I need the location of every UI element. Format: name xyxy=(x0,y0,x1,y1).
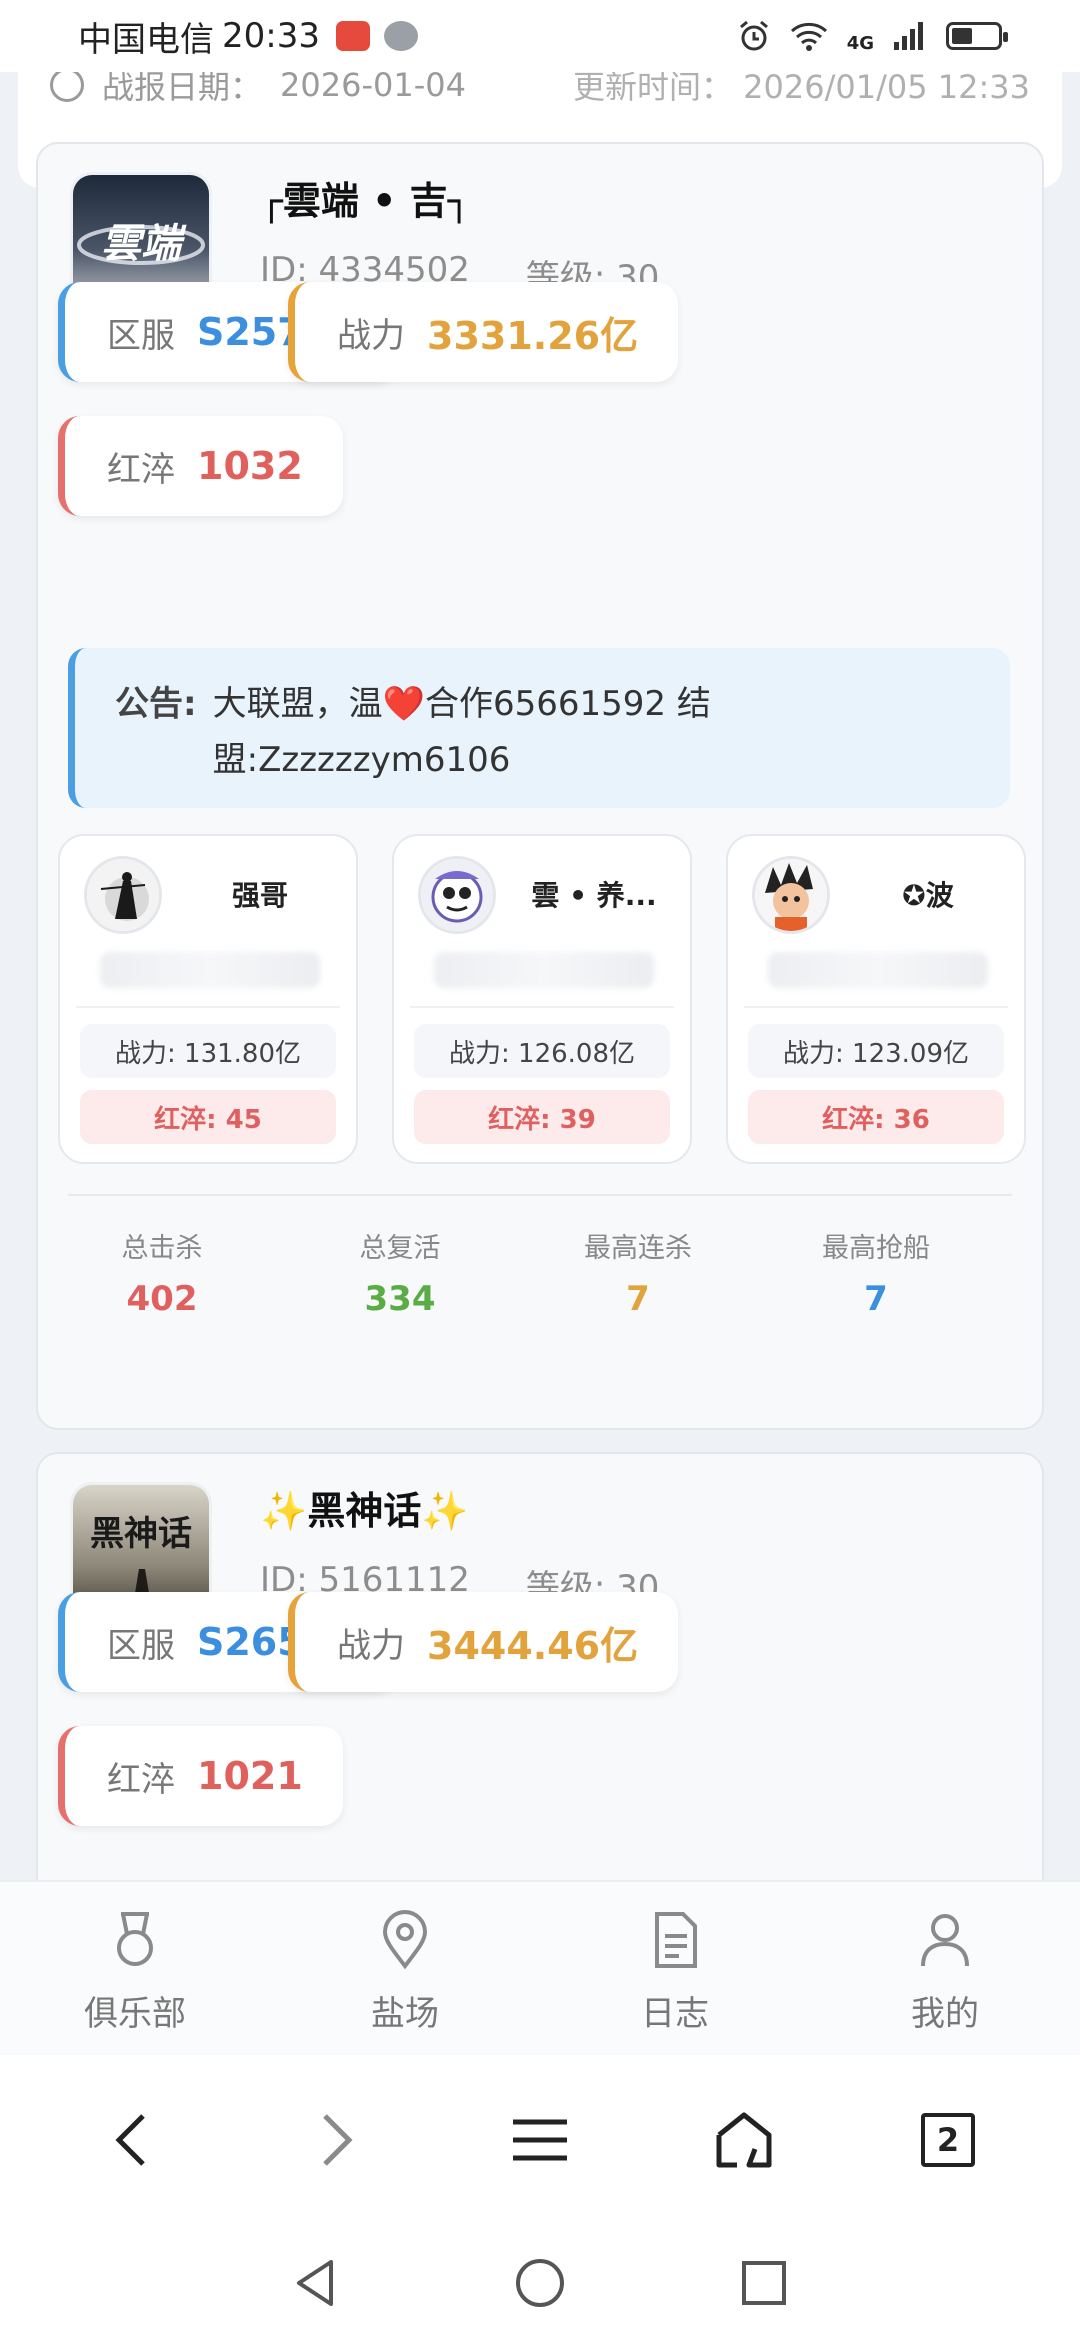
battery-icon xyxy=(946,22,1008,50)
system-navigation-bar xyxy=(0,2225,1080,2340)
chevron-left-icon xyxy=(115,2114,145,2166)
svg-text:雲端: 雲端 xyxy=(101,220,187,267)
power-tag: 战力 3331.26亿 xyxy=(288,282,679,382)
recent-apps-icon[interactable] xyxy=(737,2256,791,2310)
clock-time: 20:33 xyxy=(222,16,320,56)
clan-name: ✨黑神话✨ xyxy=(260,1489,469,1533)
member-red: 红淬: 45 xyxy=(80,1090,336,1144)
member-name: 强哥 xyxy=(231,879,288,912)
wifi-icon xyxy=(790,22,827,51)
status-left: 中国电信 20:33 xyxy=(78,12,418,61)
member-divider xyxy=(410,1006,674,1008)
notice-text: 大联盟，温❤️合作65661592 结盟:Zzzzzzym6106 xyxy=(212,684,711,780)
signal-icon xyxy=(894,22,923,50)
clock-icon xyxy=(50,72,84,102)
member-power: 战力: 123.09亿 xyxy=(748,1024,1004,1078)
menu-icon xyxy=(513,2119,567,2161)
update-time-label: 更新时间： xyxy=(572,72,733,106)
stat-total-revives: 总复活 334 xyxy=(359,1233,441,1319)
member-id-blurred xyxy=(100,952,320,988)
update-time: 更新时间： 2026/01/05 12:33 xyxy=(573,72,1030,108)
stat-total-kills: 总击杀 402 xyxy=(121,1233,203,1319)
server-label: 区服 xyxy=(107,1625,175,1666)
power-value: 3331.26亿 xyxy=(427,313,639,358)
red-label: 红淬 xyxy=(107,449,175,490)
red-value: 1032 xyxy=(197,444,303,488)
network-type: 4G xyxy=(846,32,874,54)
tab-mine[interactable]: 我的 xyxy=(810,1882,1080,2055)
medal-icon xyxy=(117,1912,153,1966)
heart-icon: ❤️ xyxy=(382,684,425,724)
status-bar: 中国电信 20:33 4G xyxy=(0,0,1080,72)
member-power: 战力: 126.08亿 xyxy=(414,1024,670,1078)
power-value: 3444.46亿 xyxy=(427,1623,639,1668)
tab-log[interactable]: 日志 xyxy=(540,1882,810,2055)
menu-button[interactable] xyxy=(490,2090,590,2190)
user-icon xyxy=(921,1914,969,1967)
clan-name: ┌雲端 • 吉┐ xyxy=(260,179,471,223)
report-date-value: 2026-01-04 xyxy=(280,72,466,104)
stat-max-ship-grab: 最高抢船 7 xyxy=(822,1233,930,1319)
member-name: 雲 • 养... xyxy=(531,879,657,912)
red-label: 红淬 xyxy=(107,1759,175,1800)
home-button[interactable] xyxy=(694,2090,794,2190)
status-right: 4G xyxy=(737,19,1008,54)
member-id-blurred xyxy=(768,952,988,988)
browser-toolbar: 2 xyxy=(0,2055,1080,2225)
bottom-tab-bar: 俱乐部 盐场 日志 我的 xyxy=(0,1880,1080,2055)
member-avatar xyxy=(84,856,162,934)
tab-label: 盐场 xyxy=(371,1994,439,2034)
clan-notice: 公告: 大联盟，温❤️合作65661592 结盟:Zzzzzzym6106 xyxy=(68,648,1010,808)
document-icon xyxy=(655,1912,697,1968)
wechat-notification-icon xyxy=(383,21,418,51)
member-red: 红淬: 39 xyxy=(414,1090,670,1144)
forward-button[interactable] xyxy=(286,2090,386,2190)
clan-card[interactable]: 雲端 ┌雲端 • 吉┐ ID: 4334502 等级: 30 区服 S25799… xyxy=(36,142,1044,1430)
tab-label: 日志 xyxy=(641,1994,709,2034)
tab-label: 我的 xyxy=(911,1994,979,2034)
alarm-icon xyxy=(739,20,768,51)
member-divider xyxy=(744,1006,1008,1008)
member-red: 红淬: 36 xyxy=(748,1090,1004,1144)
location-pin-icon xyxy=(382,1910,428,1970)
tab-count: 2 xyxy=(921,2113,975,2167)
notice-label: 公告: xyxy=(115,684,197,724)
back-triangle-icon[interactable] xyxy=(289,2256,343,2310)
member-divider xyxy=(76,1006,340,1008)
member-id-blurred xyxy=(434,952,654,988)
member-avatar xyxy=(418,856,496,934)
home-circle-icon[interactable] xyxy=(513,2256,567,2310)
tab-label: 俱乐部 xyxy=(84,1994,186,2034)
member-card[interactable]: ✪波 战力: 123.09亿 红淬: 36 xyxy=(726,834,1026,1164)
member-card[interactable]: 强哥 战力: 131.80亿 红淬: 45 xyxy=(58,834,358,1164)
member-avatar xyxy=(752,856,830,934)
home-icon xyxy=(716,2112,772,2168)
power-label: 战力 xyxy=(337,1625,405,1666)
stat-max-streak: 最高连杀 7 xyxy=(584,1233,692,1319)
red-value: 1021 xyxy=(197,1754,303,1798)
red-tag: 红淬 1021 xyxy=(58,1726,343,1826)
app-notification-icon xyxy=(335,21,370,51)
tabs-button[interactable]: 2 xyxy=(898,2090,998,2190)
tab-club[interactable]: 俱乐部 xyxy=(0,1882,270,2055)
svg-text:黑神话: 黑神话 xyxy=(90,1514,192,1554)
update-time-value: 2026/01/05 12:33 xyxy=(743,72,1030,106)
red-tag: 红淬 1032 xyxy=(58,416,343,516)
server-label: 区服 xyxy=(107,315,175,356)
power-tag: 战力 3444.46亿 xyxy=(288,1592,679,1692)
tab-salt-field[interactable]: 盐场 xyxy=(270,1882,540,2055)
report-date-label: 战报日期： xyxy=(102,72,263,106)
report-date: 战报日期： 2026-01-04 xyxy=(50,72,466,108)
back-button[interactable] xyxy=(82,2090,182,2190)
carrier-name: 中国电信 xyxy=(78,19,214,60)
member-card[interactable]: 雲 • 养... 战力: 126.08亿 红淬: 39 xyxy=(392,834,692,1164)
content-scroll[interactable]: 战报日期： 2026-01-04 更新时间： 2026/01/05 12:33 … xyxy=(0,72,1080,1880)
chevron-right-icon xyxy=(323,2114,353,2166)
power-label: 战力 xyxy=(337,315,405,356)
clan-card[interactable]: 黑神话 ✨黑神话✨ ID: 5161112 等级: 30 区服 S26501 战… xyxy=(36,1452,1044,1880)
member-power: 战力: 131.80亿 xyxy=(80,1024,336,1078)
member-name: ✪波 xyxy=(902,879,954,912)
stats-divider xyxy=(68,1194,1012,1196)
